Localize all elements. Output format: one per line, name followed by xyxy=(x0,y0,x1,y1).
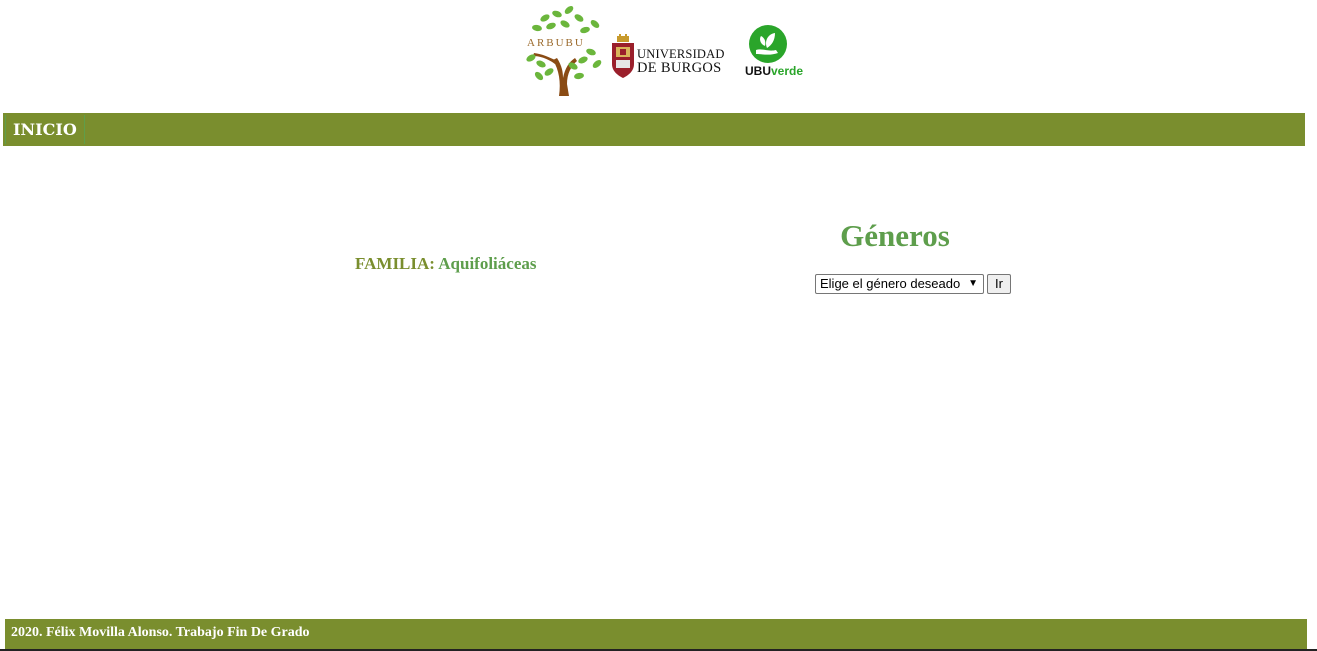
ubuverde-verde: verde xyxy=(771,64,804,78)
universidad-burgos-logo[interactable]: UNIVERSIDAD DE BURGOS xyxy=(611,34,731,84)
ubu-line2: DE BURGOS xyxy=(637,60,722,76)
ubu-crest-icon xyxy=(612,34,634,78)
genero-select-value: Elige el género deseado xyxy=(820,276,961,291)
nav-bar: INICIO xyxy=(3,113,1305,146)
footer-text: 2020. Félix Movilla Alonso. Trabajo Fin … xyxy=(11,625,310,640)
ubuverde-wordmark: UBUverde xyxy=(745,64,803,78)
nav-item-inicio[interactable]: INICIO xyxy=(5,115,85,144)
familia-value: Aquifoliáceas xyxy=(438,254,537,273)
arbubu-wordmark: ARBUBU xyxy=(527,37,585,49)
header-logos: ARBUBU UNIVERSIDAD DE BURGOS UBUverde xyxy=(515,4,815,100)
generos-title: Géneros xyxy=(840,218,950,253)
familia-label: FAMILIA: xyxy=(355,254,435,273)
ubuverde-logo[interactable]: UBUverde xyxy=(745,22,805,82)
ir-button[interactable]: Ir xyxy=(987,274,1011,294)
familia-heading: FAMILIA: Aquifoliáceas xyxy=(355,254,537,274)
dropdown-arrow-icon: ▼ xyxy=(968,278,978,289)
footer-bar: 2020. Félix Movilla Alonso. Trabajo Fin … xyxy=(5,619,1307,649)
ubuverde-leaf-hand-icon xyxy=(749,25,787,63)
genero-select[interactable]: Elige el género deseado ▼ xyxy=(815,274,984,294)
arbubu-logo[interactable]: ARBUBU xyxy=(515,4,607,98)
page: ARBUBU UNIVERSIDAD DE BURGOS UBUverde IN… xyxy=(0,0,1317,651)
ubuverde-ubu: UBU xyxy=(745,64,771,78)
